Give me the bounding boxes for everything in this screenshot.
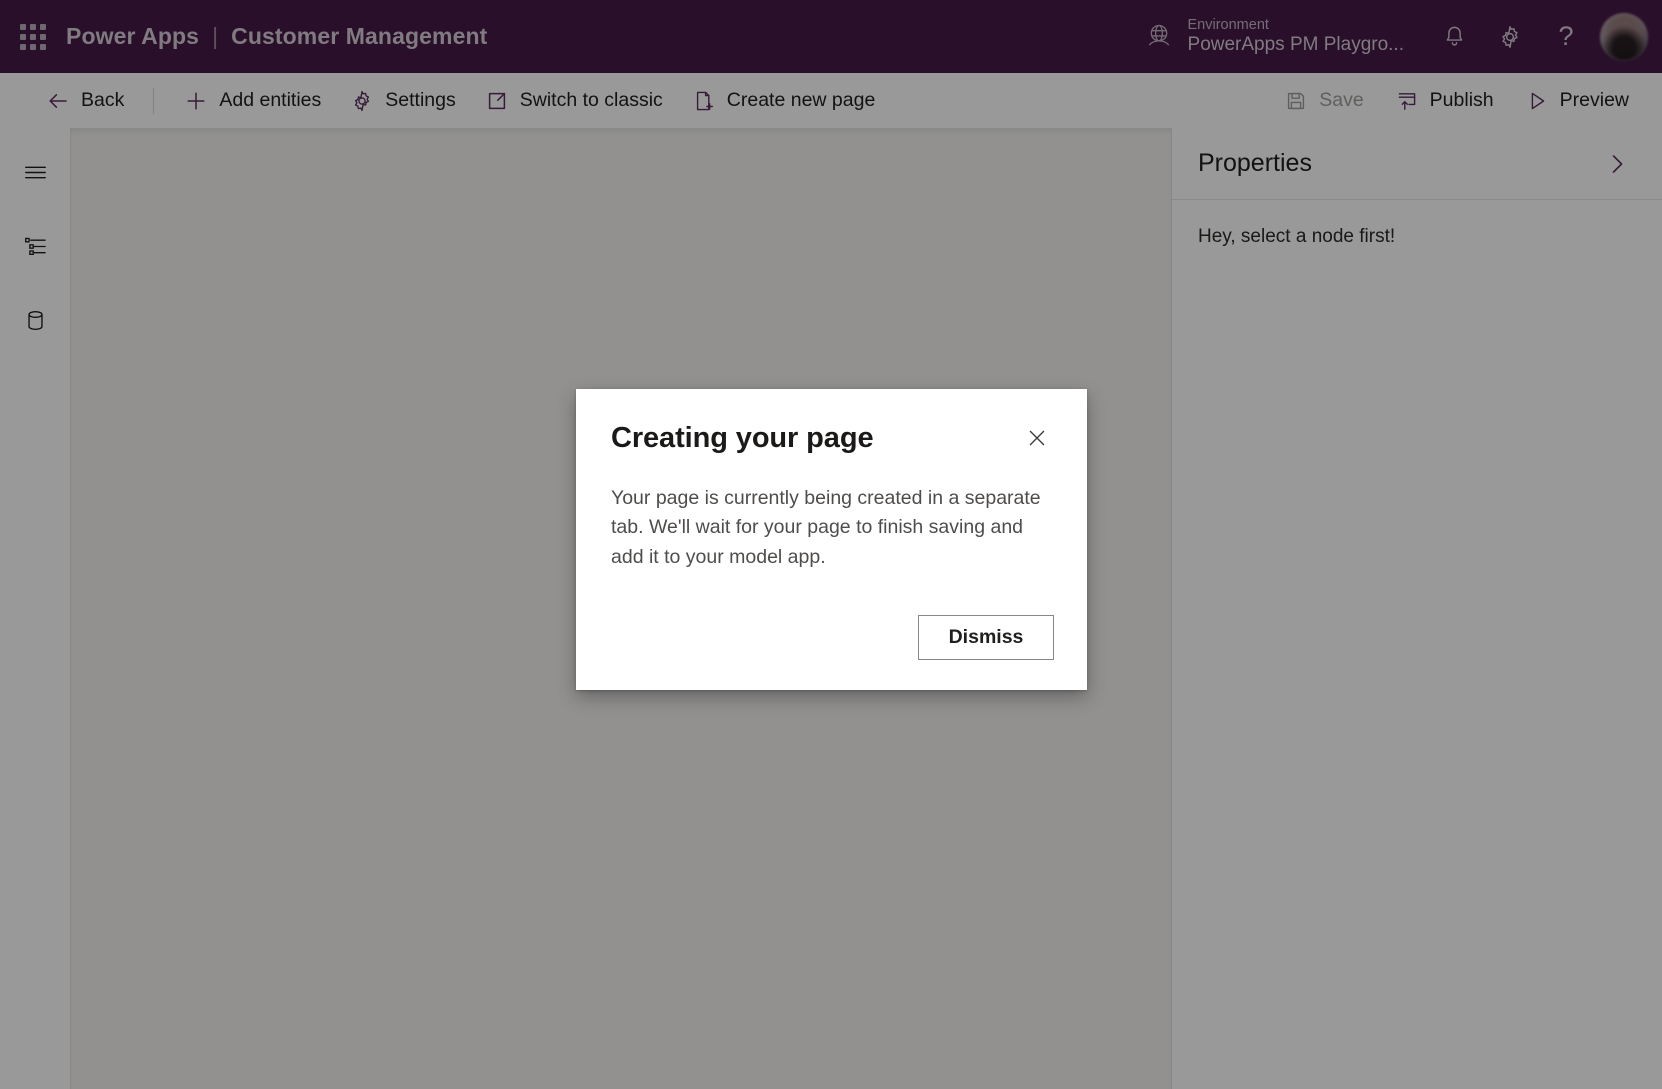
- dialog-title: Creating your page: [611, 422, 874, 454]
- dismiss-button[interactable]: Dismiss: [918, 614, 1054, 660]
- dialog-actions: Dismiss: [611, 614, 1054, 660]
- dialog-message: Your page is currently being created in …: [611, 486, 1041, 569]
- dialog-header: Creating your page: [611, 419, 1054, 456]
- creating-page-dialog: Creating your page Your page is currentl…: [576, 389, 1087, 690]
- close-x-icon[interactable]: [1020, 421, 1054, 455]
- modal-scrim[interactable]: Creating your page Your page is currentl…: [0, 0, 1662, 1089]
- app-root: Power Apps | Customer Management Environ…: [0, 0, 1662, 1089]
